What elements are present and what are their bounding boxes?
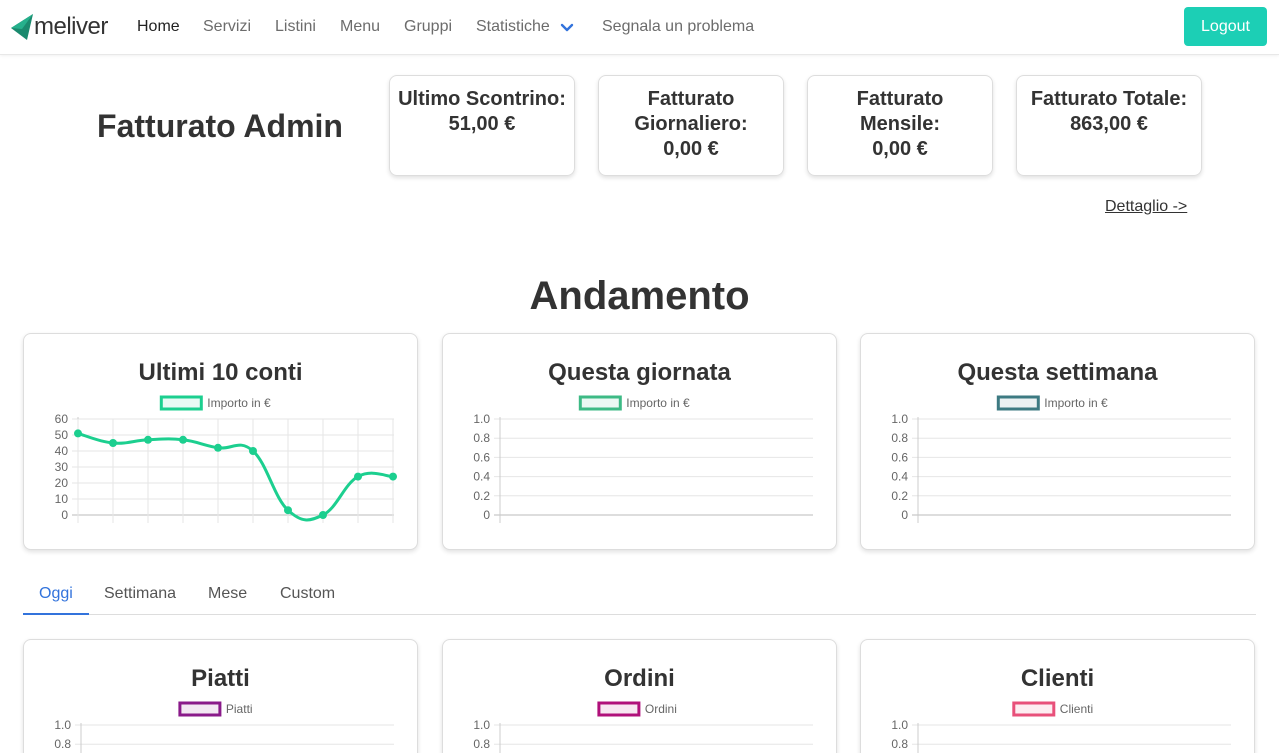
chevron-down-icon[interactable]: [560, 21, 574, 35]
legend-swatch: [178, 701, 222, 717]
y-tick-label: 0.6: [473, 450, 490, 464]
legend-label: Clienti: [1060, 702, 1093, 716]
legend-label: Importo in €: [626, 396, 690, 410]
data-point: [284, 506, 292, 515]
y-tick-label: 10: [55, 492, 69, 506]
tab-custom[interactable]: Custom: [280, 585, 335, 603]
y-tick-label: 0: [901, 508, 908, 522]
nav-segnala-problema[interactable]: Segnala un problema: [602, 17, 754, 37]
logo-icon: [11, 14, 33, 40]
chart-card-ultimi-10-conti: Ultimi 10 conti Importo in €60 50 40 30 20 10…: [23, 333, 418, 550]
chart-card-questa-settimana: Questa settimana Importo in €1.0 0.8 0.6 0.…: [860, 333, 1255, 550]
y-tick-label: 0.2: [473, 489, 490, 503]
y-tick-label: 1.0: [891, 718, 908, 732]
stat-label: Ultimo Scontrino:: [398, 88, 566, 110]
y-tick-label: 0.4: [473, 470, 490, 484]
legend-label: Importo in €: [1044, 396, 1108, 410]
stat-card-ultimo-scontrino: Ultimo Scontrino: 51,00 €: [389, 75, 575, 176]
chart-clienti: Clienti 1.0 0.8: [891, 701, 1231, 753]
y-tick-label: 50: [55, 428, 69, 442]
chart-questa-giornata: Importo in € 1.0 0.8 0.6 0.4 0.2 0: [473, 395, 813, 523]
stat-card-fatturato-totale: Fatturato Totale: 863,00 €: [1016, 75, 1202, 176]
y-tick-label: 0.8: [891, 431, 908, 445]
legend-swatch: [1012, 701, 1056, 717]
nav-gruppi[interactable]: Gruppi: [404, 17, 452, 37]
period-tabs: Oggi Settimana Mese Custom: [23, 573, 1256, 615]
y-tick-label: 0.8: [891, 737, 908, 751]
navbar: meliver Home Servizi Listini Menu Gruppi…: [0, 0, 1279, 55]
chart-ultimi-10-conti: Importo in € 60 50 40 30 20 10 0: [55, 395, 397, 523]
dettaglio-link[interactable]: Dettaglio ->: [1105, 198, 1187, 216]
data-point: [249, 447, 257, 455]
y-tick-label: 1.0: [473, 718, 490, 732]
legend-swatch: [159, 395, 203, 411]
logout-button[interactable]: Logout: [1184, 7, 1267, 46]
y-tick-label: 0.8: [54, 737, 71, 751]
stat-value: 51,00 €: [448, 113, 516, 135]
tab-oggi[interactable]: Oggi: [39, 585, 73, 603]
chart-card-questa-giornata: Questa giornata Importo in €1.0 0.8 0.6 0.4…: [442, 333, 837, 550]
nav-servizi[interactable]: Servizi: [203, 17, 251, 37]
data-point: [144, 435, 152, 444]
y-tick-label: 0: [61, 508, 68, 522]
y-tick-label: 0.8: [473, 431, 490, 445]
legend-label: Piatti: [226, 702, 253, 716]
stat-label: Fatturato Totale:: [1030, 88, 1188, 110]
data-point: [109, 439, 117, 447]
tab-mese[interactable]: Mese: [208, 585, 247, 603]
stat-value: 0,00 €: [663, 138, 719, 160]
y-tick-label: 0.8: [473, 737, 490, 751]
stat-label: Fatturato Mensile:: [856, 88, 944, 135]
legend-label: Importo in €: [207, 396, 271, 410]
y-tick-label: 1.0: [891, 412, 908, 426]
stat-card-fatturato-giornaliero: Fatturato Giornaliero: 0,00 €: [598, 75, 784, 176]
y-tick-label: 40: [55, 444, 69, 458]
nav-statistiche[interactable]: Statistiche: [476, 17, 550, 37]
y-tick-label: 1.0: [473, 412, 490, 426]
chart-card-ordini: Ordini Ordini 1.0 0.8: [442, 639, 837, 753]
legend-label: Ordini: [645, 702, 677, 716]
data-point: [354, 472, 362, 481]
chart-ordini: Ordini 1.0 0.8: [473, 701, 813, 753]
nav-home[interactable]: Home: [137, 17, 180, 37]
chart-questa-settimana: Importo in € 1.0 0.8 0.6 0.4 0.2 0: [891, 395, 1231, 523]
y-tick-label: 0.6: [891, 450, 908, 464]
stat-value: 0,00 €: [872, 138, 928, 160]
stat-value: 863,00 €: [1070, 113, 1148, 135]
chart-card-clienti: Clienti Clienti 1.0 0.8: [860, 639, 1255, 753]
y-tick-label: 0.4: [891, 470, 908, 484]
data-point: [319, 511, 327, 519]
active-tab-indicator: [23, 613, 89, 615]
chart-piatti: Piatti 1.0 0.8: [54, 701, 394, 753]
stat-card-fatturato-mensile: Fatturato Mensile: 0,00 €: [807, 75, 993, 176]
y-tick-label: 30: [55, 460, 69, 474]
nav-menu[interactable]: Menu: [340, 17, 380, 37]
y-tick-label: 0.2: [891, 489, 908, 503]
y-tick-label: 60: [55, 412, 69, 426]
stat-label: Fatturato Giornaliero:: [634, 88, 748, 135]
brand-logo[interactable]: meliver: [11, 11, 108, 43]
legend-swatch: [578, 395, 622, 411]
nav-listini[interactable]: Listini: [275, 17, 316, 37]
tab-settimana[interactable]: Settimana: [104, 585, 176, 603]
y-tick-label: 1.0: [54, 718, 71, 732]
y-tick-label: 0: [483, 508, 490, 522]
data-point: [214, 443, 222, 452]
y-tick-label: 20: [55, 476, 69, 490]
legend-swatch: [996, 395, 1040, 411]
chart-card-piatti: Piatti Piatti 1.0 0.8: [23, 639, 418, 753]
series-line: [77, 431, 394, 522]
data-point: [74, 429, 82, 438]
brand-name: meliver: [34, 13, 108, 40]
fatturato-title: Fatturato Admin: [97, 108, 343, 144]
data-point: [179, 435, 187, 444]
data-point: [389, 472, 397, 481]
andamento-title: Andamento: [529, 274, 750, 318]
legend-swatch: [597, 701, 641, 717]
